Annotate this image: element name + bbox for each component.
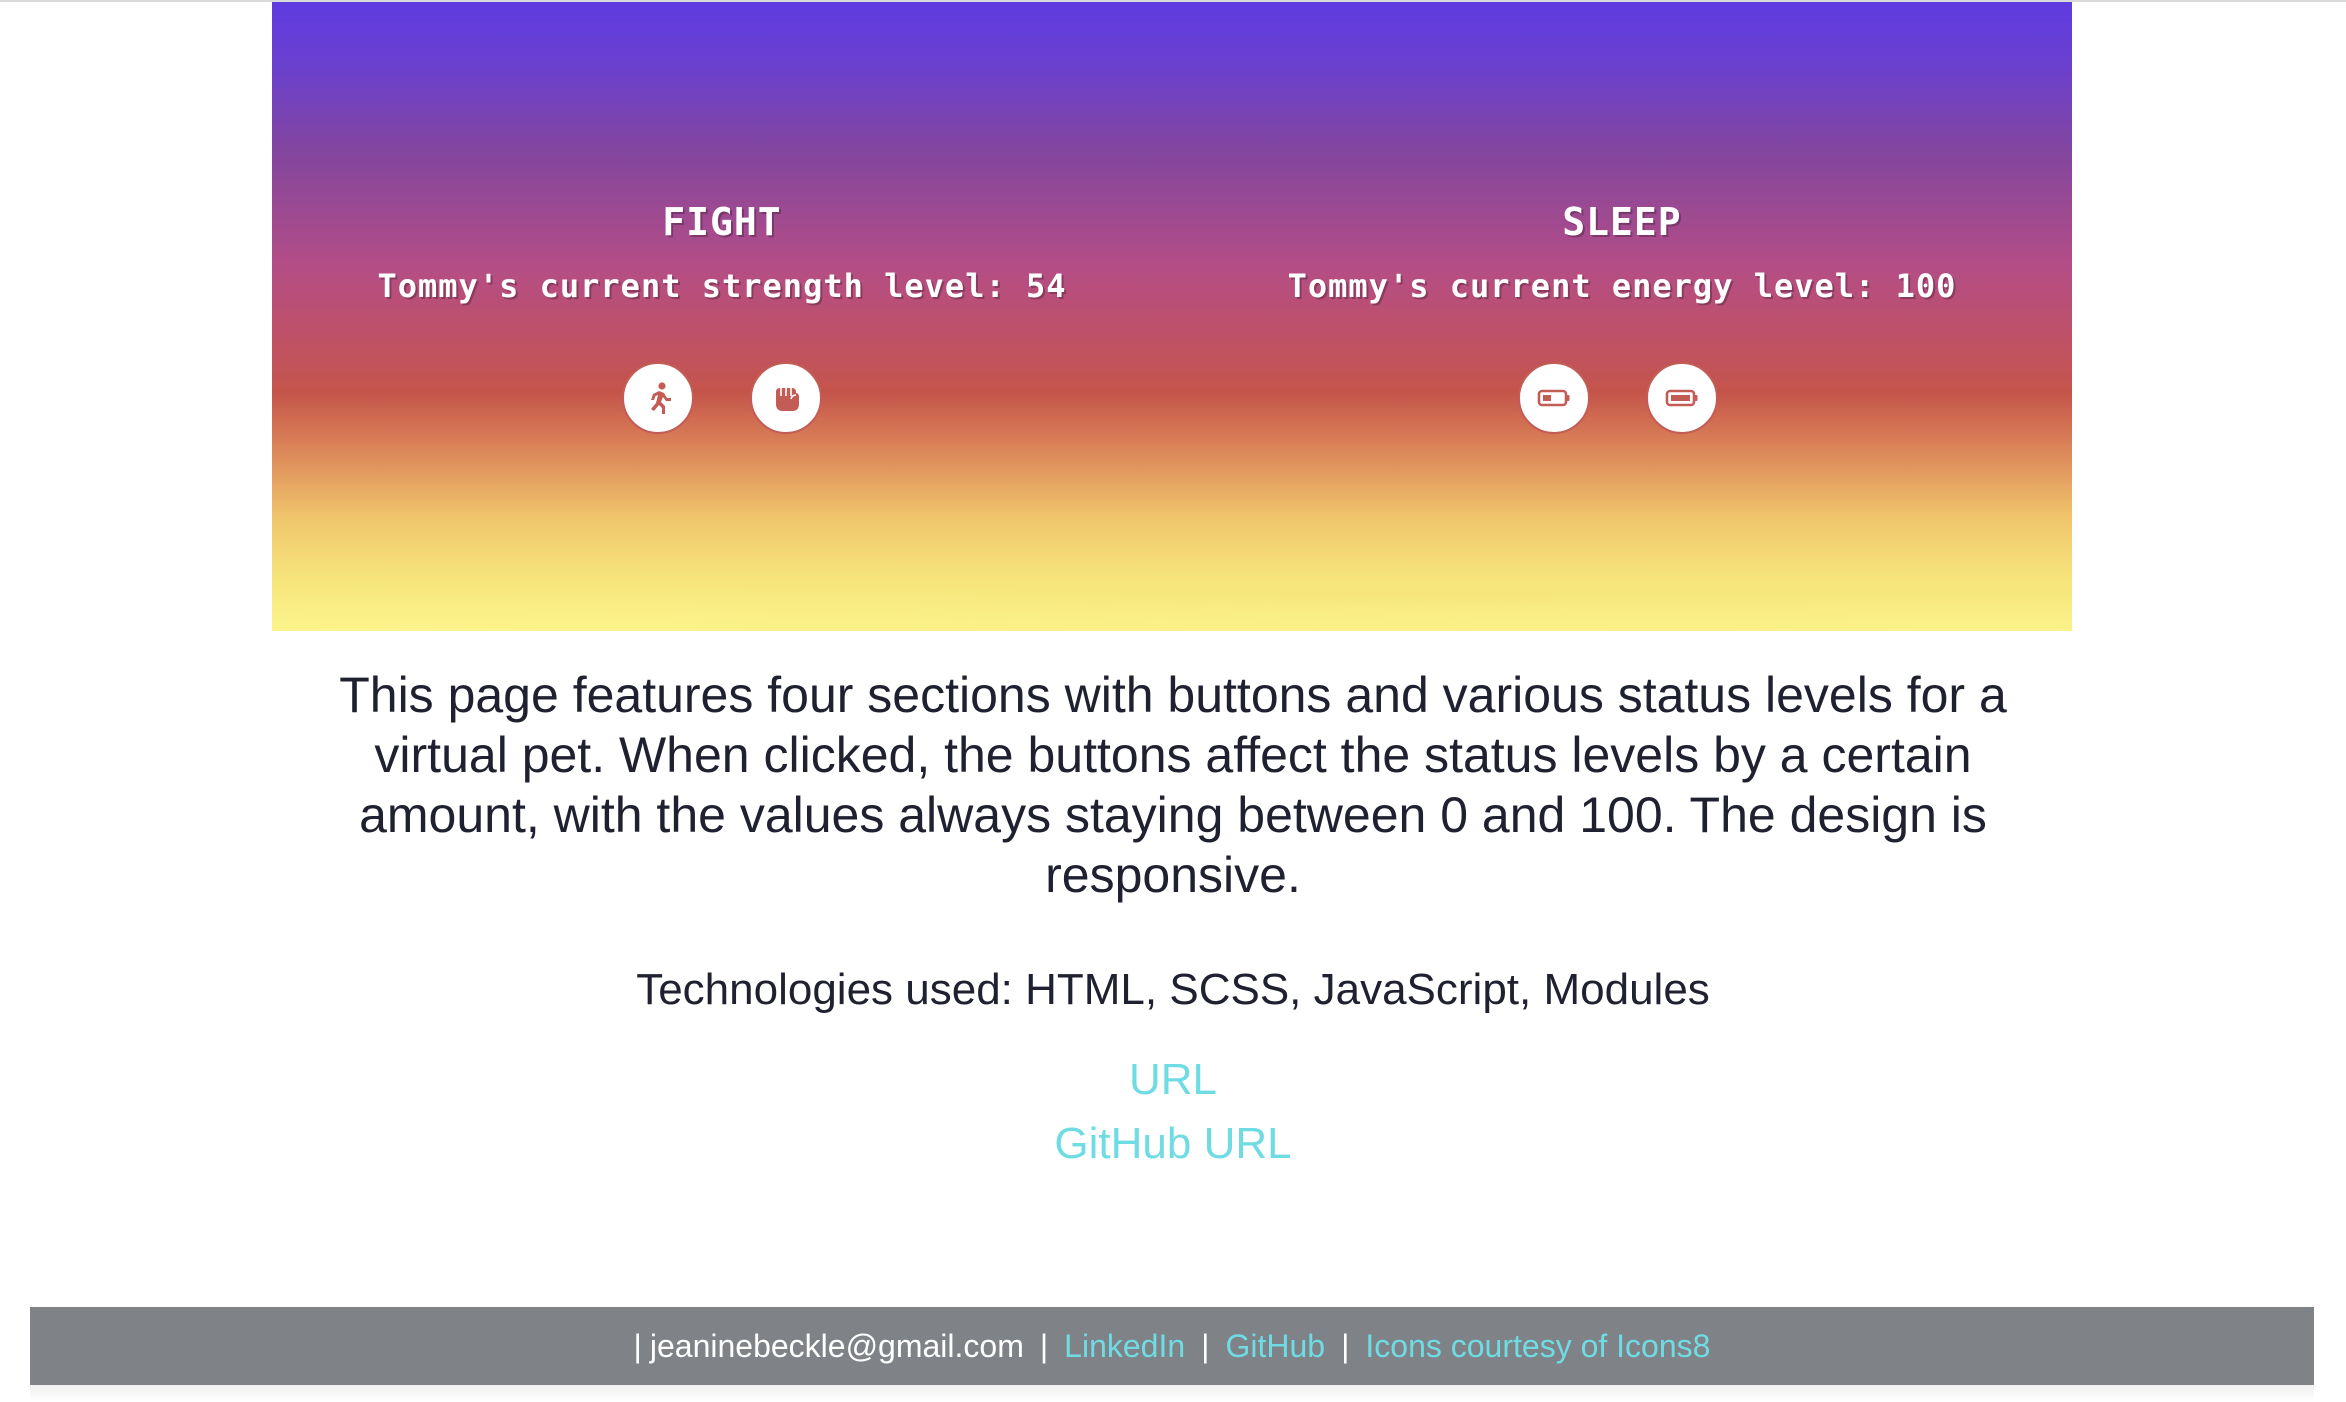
footer-linkedin-link[interactable]: LinkedIn bbox=[1064, 1328, 1185, 1365]
url-link[interactable]: URL bbox=[1129, 1048, 1217, 1112]
pet-status-banner: FIGHT Tommy's current strength level: 54… bbox=[272, 2, 2072, 631]
footer-separator: | bbox=[1201, 1327, 1210, 1364]
fight-button[interactable] bbox=[750, 362, 822, 434]
github-url-link[interactable]: GitHub URL bbox=[1054, 1112, 1291, 1176]
fist-icon bbox=[776, 388, 799, 411]
fight-section: FIGHT Tommy's current strength level: 54 bbox=[272, 198, 1172, 306]
footer-github-link[interactable]: GitHub bbox=[1225, 1328, 1325, 1365]
rest-button[interactable] bbox=[1646, 362, 1718, 434]
fight-title: FIGHT bbox=[662, 200, 782, 244]
running-person-icon bbox=[651, 382, 671, 414]
energy-level-text: Tommy's current energy level: 100 bbox=[1287, 267, 1957, 305]
footer-separator: | bbox=[1341, 1327, 1350, 1364]
strength-level-text: Tommy's current strength level: 54 bbox=[377, 267, 1067, 305]
footer-email: jeaninebeckle@gmail.com bbox=[649, 1327, 1024, 1364]
footer-icons8-link[interactable]: Icons courtesy of Icons8 bbox=[1365, 1328, 1710, 1365]
technologies-used: Technologies used: HTML, SCSS, JavaScrip… bbox=[636, 965, 1710, 1014]
footer: | jeaninebeckle@gmail.com | LinkedIn | G… bbox=[30, 1307, 2314, 1385]
project-description: This page features four sections with bu… bbox=[339, 667, 2007, 903]
footer-shadow bbox=[30, 1385, 2314, 1402]
sleep-section: SLEEP Tommy's current energy level: 100 bbox=[1172, 198, 2072, 306]
footer-separator: | bbox=[1039, 1327, 1049, 1364]
battery-low-icon bbox=[1537, 389, 1570, 407]
sleep-title: SLEEP bbox=[1562, 200, 1682, 244]
project-links: URL GitHub URL bbox=[310, 1048, 2036, 1176]
exercise-button[interactable] bbox=[622, 362, 694, 434]
footer-lead-separator: | bbox=[633, 1327, 642, 1364]
tired-button[interactable] bbox=[1518, 362, 1590, 434]
battery-full-icon bbox=[1665, 389, 1698, 407]
